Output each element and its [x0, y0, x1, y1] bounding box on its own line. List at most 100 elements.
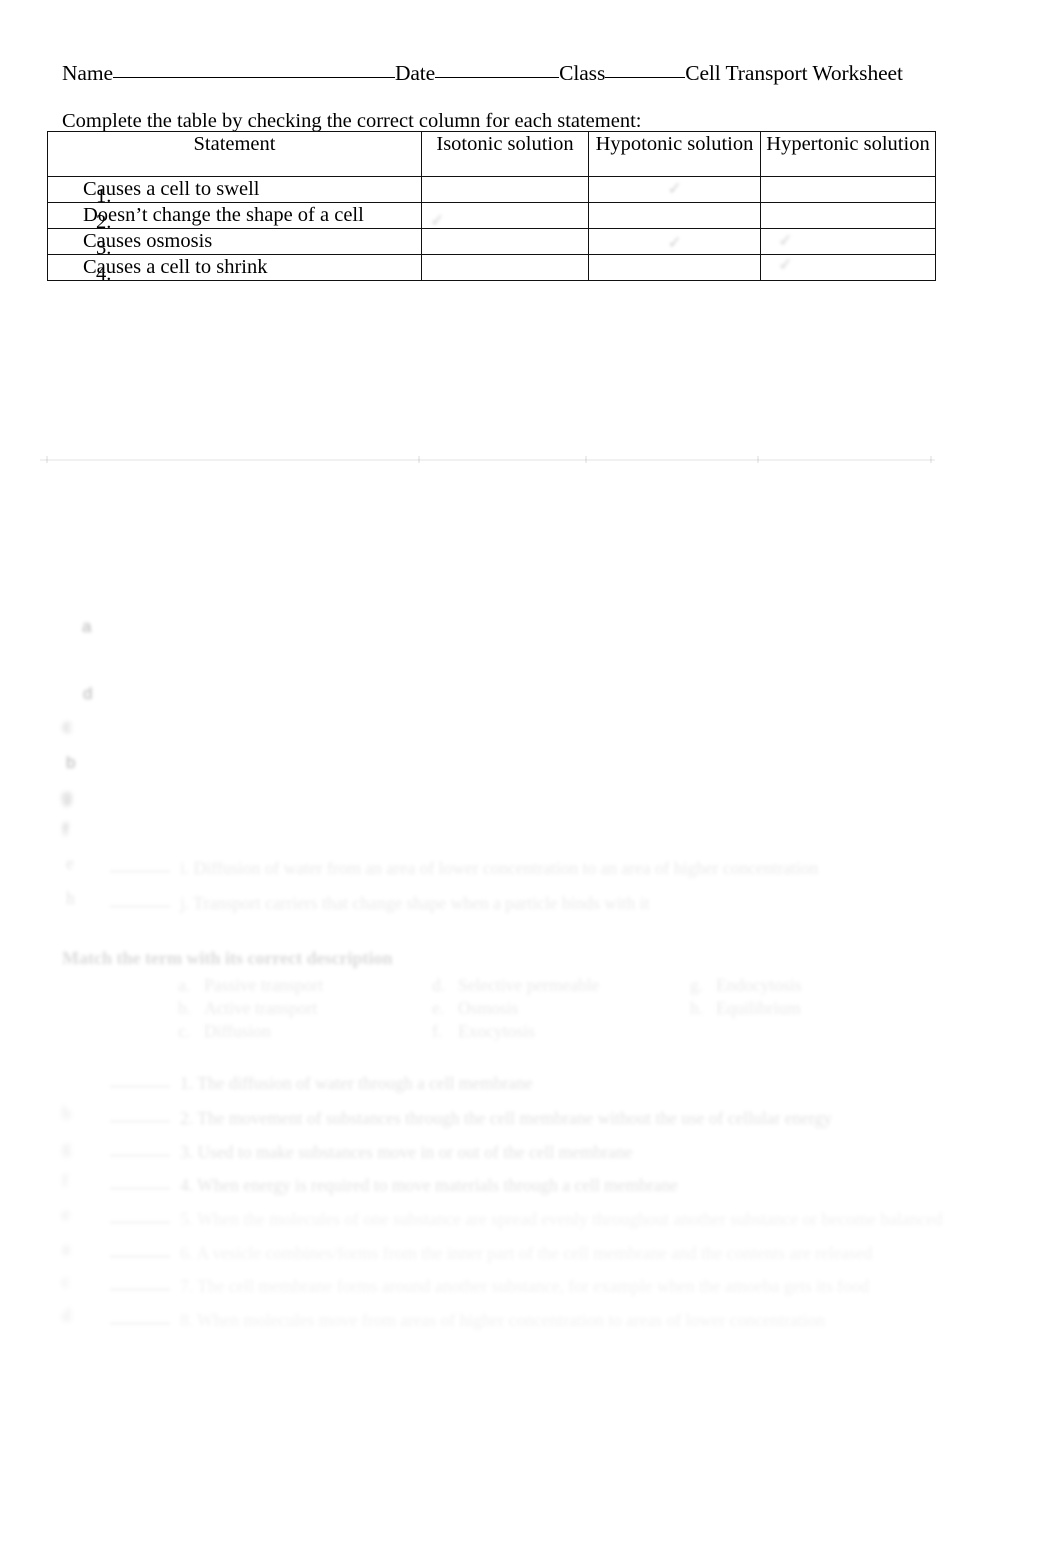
solution-table: Statement Isotonic solution Hypotonic so… [47, 131, 936, 285]
checkbox-cell-isotonic[interactable] [421, 228, 589, 255]
column-header-statement: Statement [47, 131, 422, 177]
check-mark: ✓ [778, 231, 793, 250]
answer-blank[interactable] [110, 1243, 170, 1257]
row-number: 4. [96, 263, 112, 285]
date-label: Date [394, 61, 436, 85]
name-label: Name [62, 61, 113, 85]
checkbox-cell-hypertonic[interactable] [760, 202, 936, 229]
checkbox-cell-isotonic[interactable]: ✓ [421, 202, 589, 230]
check-mark: ✓ [667, 179, 682, 198]
question-answer-mark[interactable]: c [62, 1271, 70, 1292]
statement-cell: 2. Doesn’t change the shape of a cell [47, 202, 422, 233]
question-answer-mark[interactable]: g [62, 1137, 71, 1158]
table-header-row: Statement Isotonic solution Hypotonic so… [47, 131, 936, 177]
word-bank-term: Diffusion [204, 1021, 271, 1041]
column-header-isotonic: Isotonic solution [421, 131, 589, 177]
answer-blank[interactable] [110, 1276, 170, 1290]
answer-blank[interactable] [110, 1142, 170, 1156]
faint-rule-tick [930, 456, 932, 463]
matching-question: 8. When molecules move from areas of hig… [110, 1310, 825, 1331]
faded-item-text: j. Transport carriers that change shape … [180, 893, 650, 913]
word-bank-term: Endocytosis [716, 975, 802, 995]
word-bank-letter: h. [690, 998, 704, 1018]
question-answer-mark[interactable]: b [62, 1103, 71, 1124]
word-bank-column-1: a. Passive transport b. Active transport c… [178, 974, 323, 1043]
checkbox-cell-isotonic[interactable] [421, 254, 589, 281]
worksheet-title: Cell Transport Worksheet [685, 61, 903, 85]
word-bank-item[interactable]: a. Passive transport [178, 974, 323, 997]
word-bank-item[interactable]: f. Exocytosis [432, 1020, 599, 1043]
word-bank-letter: g. [690, 975, 704, 995]
name-blank[interactable] [112, 64, 395, 78]
word-bank-letter: e. [432, 998, 445, 1018]
checkbox-cell-isotonic[interactable] [421, 176, 589, 203]
question-text: 3. Used to make substances move in or ou… [180, 1142, 633, 1162]
question-text: 8. When molecules move from areas of hig… [180, 1310, 825, 1330]
question-text: 6. A vesicle combines/forms from the inn… [180, 1243, 873, 1263]
checkbox-cell-hypertonic[interactable]: ✓ [760, 254, 936, 281]
word-bank-term: Osmosis [458, 998, 519, 1018]
faded-item-a-1: i. Diffusion of water from an area of lo… [110, 858, 818, 879]
question-text: 7. The cell membrane forms around anothe… [180, 1276, 870, 1296]
table-row: 3. Causes osmosis ✓ ✓ [47, 228, 936, 259]
instruction-text: Complete the table by checking the corre… [62, 110, 642, 132]
answer-blank[interactable] [110, 893, 170, 907]
word-bank-column-3: g. Endocytosis h. Equilibrium [690, 974, 802, 1020]
answer-blank[interactable] [110, 1175, 170, 1189]
checkbox-cell-hypotonic[interactable] [588, 202, 761, 229]
checkbox-cell-hypertonic[interactable]: ✓ [760, 228, 936, 255]
word-bank-term: Passive transport [204, 975, 324, 995]
word-bank-column-2: d. Selective permeable e. Osmosis f. Exocyt… [432, 974, 599, 1043]
question-answer-mark[interactable]: a [62, 1238, 70, 1259]
word-bank-term: Selective permeable [458, 975, 600, 995]
worksheet-page: Name Date Class Cell Transport Worksheet Co… [0, 0, 1062, 1561]
check-mark: ✓ [778, 255, 793, 274]
class-blank[interactable] [605, 64, 686, 78]
solution-table-wrapper: Statement Isotonic solution Hypotonic so… [47, 131, 936, 285]
statement-cell: 1. Causes a cell to swell [47, 176, 422, 207]
word-bank-letter: c. [178, 1021, 191, 1041]
checkbox-cell-hypertonic[interactable] [760, 176, 936, 203]
matching-question: 5. When the molecules of one substance a… [110, 1209, 943, 1230]
margin-answer-mark: d [83, 684, 93, 703]
statement-cell: 3. Causes osmosis [47, 228, 422, 259]
faint-rule-tick [46, 456, 48, 463]
column-header-hypertonic: Hypertonic solution [760, 131, 936, 177]
faint-rule-tick [757, 456, 759, 463]
word-bank-term: Exocytosis [458, 1021, 535, 1041]
question-answer-mark[interactable]: e [62, 1204, 70, 1225]
word-bank-term: Equilibrium [716, 998, 801, 1018]
word-bank-letter: b. [178, 998, 192, 1018]
checkbox-cell-hypotonic[interactable]: ✓ [588, 228, 761, 255]
table-row: 4. Causes a cell to shrink ✓ [47, 254, 936, 285]
word-bank-item[interactable]: c. Diffusion [178, 1020, 323, 1043]
word-bank-item[interactable]: e. Osmosis [432, 997, 599, 1020]
margin-answer-mark: c [63, 717, 72, 736]
faded-item-text: i. Diffusion of water from an area of lo… [180, 858, 819, 878]
word-bank-item[interactable]: d. Selective permeable [432, 974, 599, 997]
class-label: Class [559, 61, 606, 85]
statement-cell: 4. Causes a cell to shrink [47, 254, 422, 285]
word-bank-item[interactable]: h. Equilibrium [690, 997, 802, 1020]
checkbox-cell-hypotonic[interactable]: ✓ [588, 176, 761, 203]
faded-item-marker: h [66, 888, 75, 908]
answer-blank[interactable] [110, 1073, 170, 1087]
table-row: 1. Causes a cell to swell ✓ [47, 176, 936, 207]
matching-question: 7. The cell membrane forms around anothe… [110, 1276, 869, 1297]
matching-question: 3. Used to make substances move in or ou… [110, 1142, 632, 1163]
date-blank[interactable] [435, 64, 560, 78]
answer-blank[interactable] [110, 1108, 170, 1122]
margin-answer-mark: a [82, 617, 92, 636]
margin-answer-mark: g [62, 787, 72, 806]
answer-blank[interactable] [110, 858, 170, 872]
question-text: 5. When the molecules of one substance a… [180, 1209, 943, 1229]
answer-blank[interactable] [110, 1310, 170, 1324]
answer-blank[interactable] [110, 1209, 170, 1223]
word-bank-letter: a. [178, 975, 191, 995]
checkbox-cell-hypotonic[interactable] [588, 254, 761, 281]
question-answer-mark[interactable]: d [62, 1305, 71, 1326]
word-bank-item[interactable]: g. Endocytosis [690, 974, 802, 997]
word-bank-letter: d. [432, 975, 446, 995]
question-answer-mark[interactable]: f [62, 1170, 68, 1191]
word-bank-item[interactable]: b. Active transport [178, 997, 323, 1020]
